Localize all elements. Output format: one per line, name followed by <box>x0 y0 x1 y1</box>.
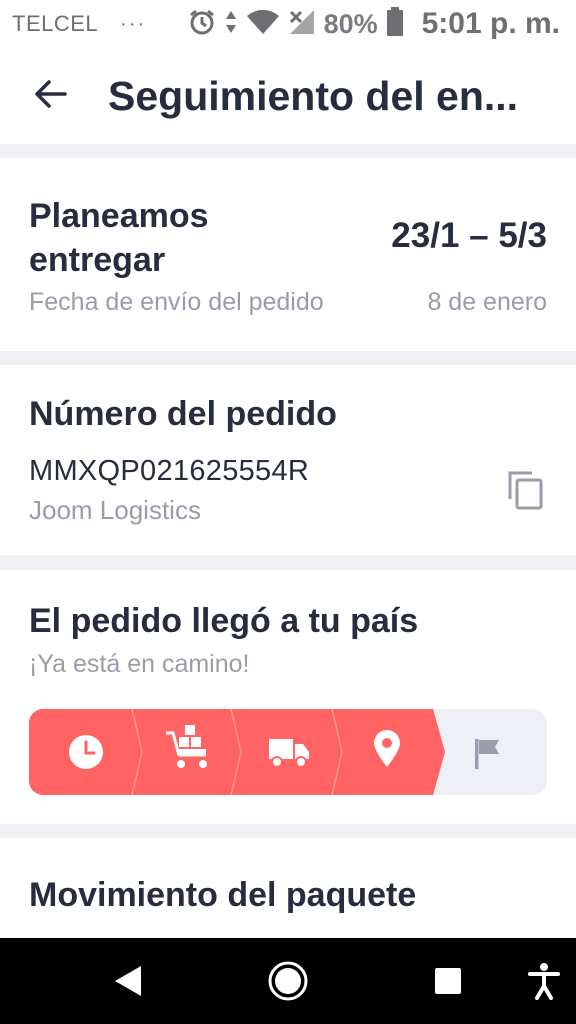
order-number-value: MMXQP021625554R <box>29 455 310 487</box>
system-nav-bar <box>0 938 576 1024</box>
ship-date-value: 8 de enero <box>427 288 547 316</box>
status-bar: TELCEL ··· 80% 5:01 p. m. <box>0 0 576 48</box>
movement-heading: Movimiento del paquete <box>29 876 417 914</box>
status-heading: El pedido llegó a tu país <box>29 602 419 640</box>
shipment-status-card: El pedido llegó a tu país ¡Ya está en ca… <box>0 570 576 824</box>
delivery-estimate-card: Planeamos entregar 23/1 – 5/3 Fecha de e… <box>0 158 576 351</box>
back-button[interactable] <box>0 48 100 144</box>
arrow-left-icon <box>33 79 67 114</box>
back-triangle-icon[interactable] <box>88 938 168 1024</box>
delivery-plan-label: Planeamos entregar <box>29 197 209 279</box>
battery-icon <box>386 6 404 42</box>
wifi-icon <box>246 8 280 41</box>
delivery-date-range: 23/1 – 5/3 <box>391 216 547 255</box>
logistics-carrier: Joom Logistics <box>29 495 201 525</box>
package-movement-card: Movimiento del paquete <box>0 838 576 938</box>
progress-tracker <box>29 709 547 795</box>
order-number-card: Número del pedido MMXQP021625554R Joom L… <box>0 365 576 555</box>
data-arrows-icon <box>224 8 238 41</box>
copy-icon[interactable] <box>506 469 546 513</box>
accessibility-icon[interactable] <box>504 938 576 1024</box>
notification-dots: ··· <box>120 12 147 35</box>
page-title: Seguimiento del en... <box>108 72 519 119</box>
app-bar: Seguimiento del en... <box>0 48 576 144</box>
ship-date-label: Fecha de envío del pedido <box>29 288 324 316</box>
battery-percent: 80% <box>323 8 378 39</box>
clock: 5:01 p. m. <box>421 7 560 40</box>
clock-icon <box>69 735 103 769</box>
order-number-heading: Número del pedido <box>29 395 337 433</box>
flag-icon <box>475 739 499 769</box>
home-circle-icon[interactable] <box>248 938 328 1024</box>
carrier-name: TELCEL <box>12 11 99 36</box>
signal-off-icon <box>288 8 316 41</box>
status-subtitle: ¡Ya está en camino! <box>29 650 250 678</box>
recents-square-icon[interactable] <box>408 938 488 1024</box>
alarm-icon <box>188 8 216 41</box>
